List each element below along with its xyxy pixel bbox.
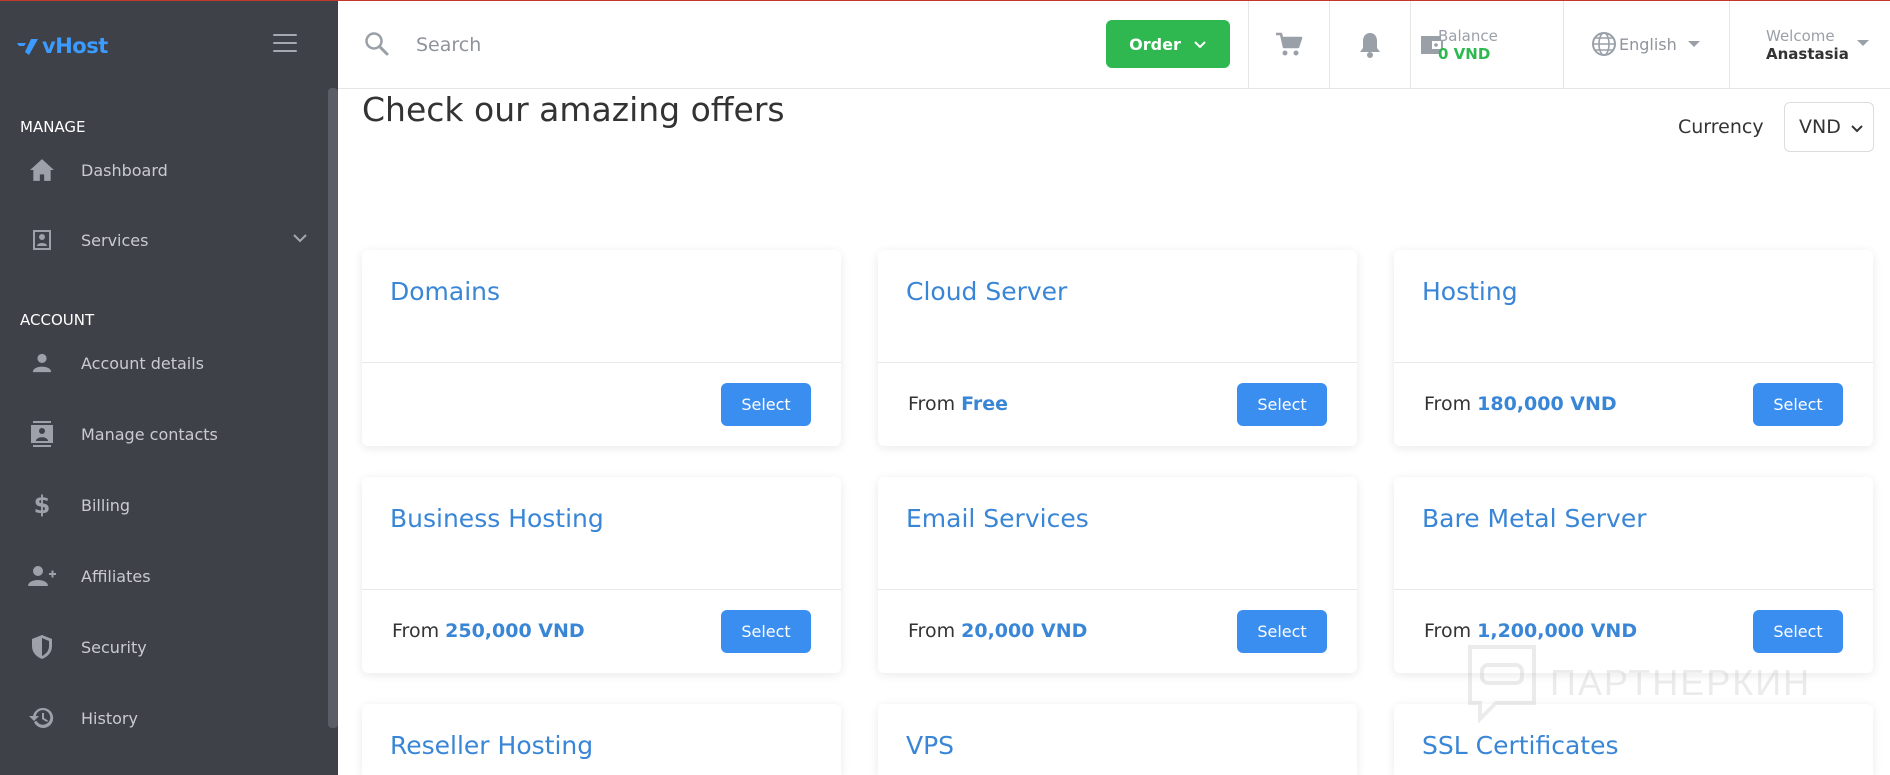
sidebar-item-security[interactable]: Security <box>28 627 308 667</box>
language-label: English <box>1619 34 1677 54</box>
user-plus-icon <box>28 562 56 590</box>
header-divider <box>1410 1 1411 89</box>
caret-down-icon[interactable] <box>1854 37 1872 49</box>
sidebar-section-manage: MANAGE <box>20 118 86 136</box>
offer-title: Cloud Server <box>906 277 1068 306</box>
offer-price: From Free <box>908 393 1009 415</box>
sidebar-item-services[interactable]: Services <box>28 220 308 260</box>
select-button[interactable]: Select <box>721 610 811 653</box>
card-divider <box>1394 589 1873 590</box>
offer-title: Business Hosting <box>390 504 604 533</box>
select-button[interactable]: Select <box>1753 383 1843 426</box>
search-icon[interactable] <box>364 31 390 57</box>
cart-icon <box>1276 32 1303 56</box>
logo-mark-icon <box>17 39 38 55</box>
contacts-icon <box>28 420 56 448</box>
sidebar-item-history[interactable]: History <box>28 698 308 738</box>
caret-down-icon <box>1687 41 1700 47</box>
watermark: ПАРТНЕРКИН <box>1466 643 1811 723</box>
offer-card-email-services: Email Services From 20,000 VND Select <box>878 477 1357 673</box>
select-button[interactable]: Select <box>1237 610 1327 653</box>
sidebar-item-label: History <box>81 708 138 728</box>
offer-title: Bare Metal Server <box>1422 504 1647 533</box>
offer-card-hosting: Hosting From 180,000 VND Select <box>1394 250 1873 446</box>
id-card-icon <box>28 226 56 254</box>
bell-icon <box>1360 33 1380 58</box>
sidebar: vHost MANAGE Dashboard Services ACCOUNT … <box>0 0 338 775</box>
card-divider <box>362 589 841 590</box>
offer-price: From 250,000 VND <box>392 620 585 642</box>
offer-title: Email Services <box>906 504 1089 533</box>
card-divider <box>1394 362 1873 363</box>
welcome-label: Welcome <box>1766 27 1835 45</box>
sidebar-scrollbar[interactable] <box>328 88 338 728</box>
currency-label: Currency <box>1678 116 1764 138</box>
sidebar-item-affiliates[interactable]: Affiliates <box>28 556 308 596</box>
offer-price: From 1,200,000 VND <box>1424 620 1638 642</box>
notifications-button[interactable] <box>1330 1 1410 89</box>
sidebar-item-label: Affiliates <box>81 566 151 586</box>
home-icon <box>28 156 56 184</box>
select-button[interactable]: Select <box>1237 383 1327 426</box>
shield-icon <box>28 633 56 661</box>
watermark-text: ПАРТНЕРКИН <box>1550 662 1812 703</box>
page-title: Check our amazing offers <box>362 90 785 129</box>
balance-display: Balance 0 VND <box>1438 27 1498 63</box>
offer-title: Reseller Hosting <box>390 731 594 760</box>
dollar-icon: $ <box>33 491 51 519</box>
chevron-down-icon <box>1851 125 1863 133</box>
offer-title: VPS <box>906 731 955 760</box>
sidebar-item-label: Account details <box>81 353 204 373</box>
history-icon <box>28 704 56 732</box>
top-accent-line <box>0 0 1890 1</box>
sidebar-item-billing[interactable]: $ Billing <box>28 485 308 525</box>
sidebar-item-label: Services <box>81 230 149 250</box>
currency-select[interactable]: VND <box>1784 102 1874 152</box>
logo[interactable]: vHost <box>16 34 108 58</box>
balance-label: Balance <box>1438 27 1498 45</box>
offer-card-vps: VPS <box>878 704 1357 775</box>
search-input[interactable] <box>416 23 1016 67</box>
offer-card-cloud-server: Cloud Server From Free Select <box>878 250 1357 446</box>
sidebar-item-dashboard[interactable]: Dashboard <box>28 150 308 190</box>
header-divider <box>1729 1 1730 89</box>
cart-button[interactable] <box>1249 1 1329 89</box>
offer-title: Domains <box>390 277 501 306</box>
sidebar-item-manage-contacts[interactable]: Manage contacts <box>28 414 308 454</box>
sidebar-item-account-details[interactable]: Account details <box>28 343 308 383</box>
user-name: Anastasia <box>1766 45 1849 63</box>
sidebar-item-label: Manage contacts <box>81 424 218 444</box>
chevron-down-icon <box>293 234 307 243</box>
offer-price: From 20,000 VND <box>908 620 1088 642</box>
order-button-label: Order <box>1129 34 1181 54</box>
card-divider <box>878 362 1357 363</box>
header-divider <box>1563 1 1564 89</box>
offer-title: SSL Certificates <box>1422 731 1619 760</box>
offer-card-domains: Domains Select <box>362 250 841 446</box>
order-button[interactable]: Order <box>1106 20 1230 68</box>
card-divider <box>362 362 841 363</box>
balance-value: 0 VND <box>1438 45 1491 63</box>
user-menu[interactable]: Welcome Anastasia <box>1766 27 1849 63</box>
top-header: Order Balance 0 VND English Welcome Anas… <box>338 1 1890 89</box>
card-divider <box>878 589 1357 590</box>
sidebar-item-label: Billing <box>81 495 131 515</box>
globe-icon <box>1592 32 1616 56</box>
menu-toggle-icon[interactable] <box>273 34 297 56</box>
user-icon <box>28 349 56 377</box>
currency-value: VND <box>1799 116 1841 138</box>
sidebar-item-label: Dashboard <box>81 160 168 180</box>
select-button[interactable]: Select <box>721 383 811 426</box>
language-selector[interactable]: English <box>1591 31 1703 57</box>
offer-price: From 180,000 VND <box>1424 393 1617 415</box>
watermark-logo-icon <box>1468 645 1536 723</box>
offer-card-business-hosting: Business Hosting From 250,000 VND Select <box>362 477 841 673</box>
logo-text: vHost <box>42 34 108 58</box>
offer-title: Hosting <box>1422 277 1518 306</box>
sidebar-item-label: Security <box>81 637 147 657</box>
sidebar-section-account: ACCOUNT <box>20 311 95 329</box>
offer-card-reseller-hosting: Reseller Hosting <box>362 704 841 775</box>
chevron-down-icon <box>1194 41 1206 49</box>
